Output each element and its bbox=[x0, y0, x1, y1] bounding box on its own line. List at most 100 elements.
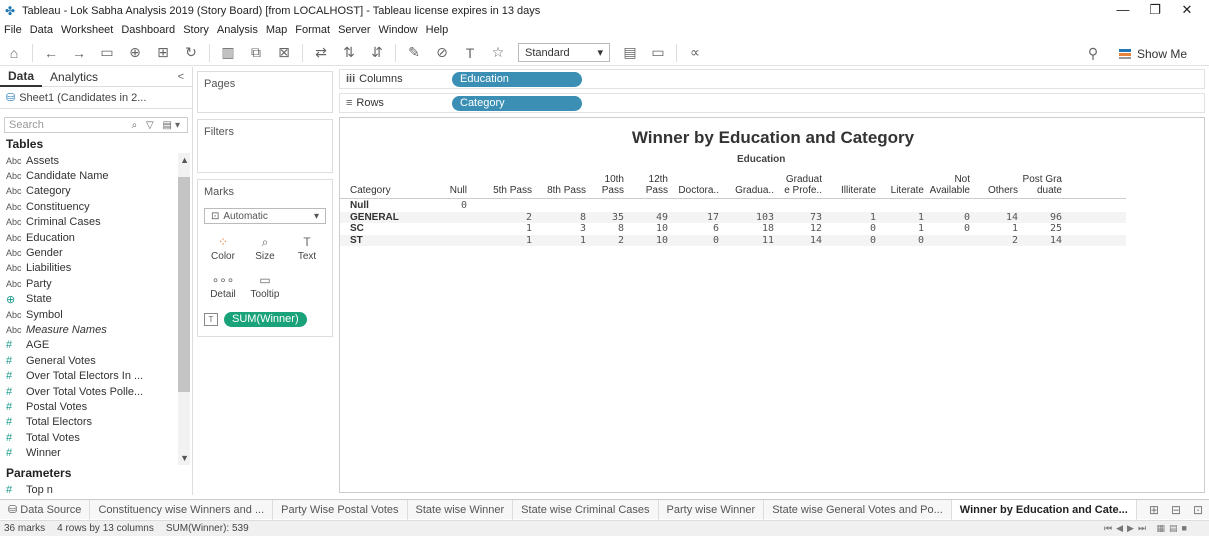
category-pill[interactable]: Category bbox=[452, 95, 582, 111]
column-header[interactable]: Graduat e Profe.. bbox=[762, 174, 822, 196]
table-cell[interactable]: 10 bbox=[656, 223, 668, 234]
row-label[interactable]: ST bbox=[350, 235, 363, 246]
clear-sheet-icon[interactable]: ⊠ bbox=[276, 44, 292, 61]
scroll-down-icon[interactable]: ▼ bbox=[180, 453, 189, 463]
table-cell[interactable]: 3 bbox=[580, 223, 586, 234]
table-cell[interactable]: 10 bbox=[656, 235, 668, 246]
table-cell[interactable]: 1 bbox=[526, 223, 532, 234]
new-worksheet-icon[interactable]: ⊞ bbox=[155, 44, 171, 61]
field-education[interactable]: Abc Education bbox=[0, 230, 192, 245]
table-cell[interactable]: 2 bbox=[1012, 235, 1018, 246]
show-me-chart-icon[interactable]: ▥ bbox=[220, 44, 236, 61]
parameter-top-n[interactable]: # Top n bbox=[0, 482, 192, 497]
table-cell[interactable]: 6 bbox=[713, 223, 719, 234]
new-dashboard-icon[interactable]: ⊟ bbox=[1165, 503, 1187, 517]
pin-axes-icon[interactable]: ☆ bbox=[490, 44, 506, 61]
table-cell[interactable]: 35 bbox=[612, 212, 624, 223]
table-cell[interactable]: 73 bbox=[810, 212, 822, 223]
size-button[interactable]: ⌕ Size bbox=[246, 232, 284, 266]
redo-icon[interactable]: → bbox=[71, 45, 87, 61]
share-icon[interactable]: ∝ bbox=[687, 44, 703, 61]
row-label[interactable]: GENERAL bbox=[350, 212, 399, 223]
tab-party-winner[interactable]: Party wise Winner bbox=[659, 499, 765, 520]
field-criminal-cases[interactable]: Abc Criminal Cases bbox=[0, 215, 192, 230]
table-cell[interactable]: 25 bbox=[1050, 223, 1062, 234]
menu-window[interactable]: Window bbox=[379, 24, 418, 36]
field-search-input[interactable]: Search ⌕ ▽ ▤▾ bbox=[4, 117, 188, 133]
field-over-total-votes-polled[interactable]: # Over Total Votes Polle... bbox=[0, 384, 192, 399]
table-cell[interactable]: 0 bbox=[870, 235, 876, 246]
table-cell[interactable]: 49 bbox=[656, 212, 668, 223]
fit-select[interactable]: Standard ▾ bbox=[518, 43, 610, 62]
group-icon[interactable]: ⊘ bbox=[434, 44, 450, 61]
tab-constituency-winners[interactable]: Constituency wise Winners and ... bbox=[90, 499, 274, 520]
table-cell[interactable]: 1 bbox=[870, 212, 876, 223]
table-cell[interactable]: 1 bbox=[580, 235, 586, 246]
menu-format[interactable]: Format bbox=[295, 24, 330, 36]
table-cell[interactable]: 0 bbox=[964, 212, 970, 223]
field-general-votes[interactable]: # General Votes bbox=[0, 353, 192, 368]
field-assets[interactable]: Abc Assets bbox=[0, 153, 192, 168]
table-cell[interactable]: 2 bbox=[618, 235, 624, 246]
column-header[interactable]: Null bbox=[407, 174, 467, 196]
table-cell[interactable]: 103 bbox=[756, 212, 774, 223]
table-cell[interactable]: 96 bbox=[1050, 212, 1062, 223]
field-postal-votes[interactable]: # Postal Votes bbox=[0, 399, 192, 414]
show-cards-icon[interactable]: ▤ bbox=[622, 44, 638, 61]
sort-descending-icon[interactable]: ⇵ bbox=[369, 44, 385, 61]
tooltip-toggle-icon[interactable]: ⚲ bbox=[1085, 45, 1101, 62]
sort-ascending-icon[interactable]: ⇅ bbox=[341, 44, 357, 61]
menu-worksheet[interactable]: Worksheet bbox=[61, 24, 113, 36]
field-candidate-name[interactable]: Abc Candidate Name bbox=[0, 168, 192, 183]
swap-rows-columns-icon[interactable]: ⇄ bbox=[313, 44, 329, 61]
detail-button[interactable]: ∘∘∘ Detail bbox=[204, 270, 242, 304]
table-cell[interactable]: 8 bbox=[618, 223, 624, 234]
presentation-mode-icon[interactable]: ▭ bbox=[650, 44, 666, 61]
tooltip-button[interactable]: ▭ Tooltip bbox=[246, 270, 284, 304]
minimize-button[interactable]: — bbox=[1107, 2, 1139, 18]
menu-file[interactable]: File bbox=[4, 24, 22, 36]
table-cell[interactable]: 17 bbox=[707, 212, 719, 223]
table-cell[interactable]: 2 bbox=[526, 212, 532, 223]
menu-analysis[interactable]: Analysis bbox=[217, 24, 258, 36]
mark-type-select[interactable]: ⊡ Automatic ▾ bbox=[204, 208, 326, 224]
filters-card[interactable]: Filters bbox=[197, 119, 333, 173]
field-symbol[interactable]: Abc Symbol bbox=[0, 307, 192, 322]
table-cell[interactable]: 1 bbox=[526, 235, 532, 246]
data-source-item[interactable]: ⛁ Sheet1 (Candidates in 2... bbox=[0, 87, 192, 109]
tab-winner-education-category[interactable]: Winner by Education and Cate... bbox=[951, 499, 1137, 520]
field-age[interactable]: # AGE bbox=[0, 338, 192, 353]
table-cell[interactable]: 1 bbox=[918, 212, 924, 223]
new-data-source-icon[interactable]: ⊕ bbox=[127, 44, 143, 61]
close-button[interactable]: ✕ bbox=[1171, 2, 1203, 18]
new-story-icon[interactable]: ⊡ bbox=[1187, 503, 1209, 517]
duplicate-sheet-icon[interactable]: ⧉ bbox=[248, 44, 264, 61]
table-cell[interactable]: 18 bbox=[762, 223, 774, 234]
field-category[interactable]: Abc Category bbox=[0, 184, 192, 199]
highlight-icon[interactable]: ✎ bbox=[406, 44, 422, 61]
sheet-navigation-icons[interactable]: ⏮◀▶⏭ ▦▤■ bbox=[1104, 523, 1191, 534]
tab-state-criminal-cases[interactable]: State wise Criminal Cases bbox=[513, 499, 659, 520]
search-icon[interactable]: ⌕ ▽ ▤▾ bbox=[132, 120, 183, 131]
column-header[interactable]: 5th Pass bbox=[472, 174, 532, 196]
field-party[interactable]: Abc Party bbox=[0, 276, 192, 291]
field-liabilities[interactable]: Abc Liabilities bbox=[0, 261, 192, 276]
table-cell[interactable]: 14 bbox=[810, 235, 822, 246]
undo-icon[interactable]: ← bbox=[43, 45, 59, 61]
sum-winner-pill[interactable]: SUM(Winner) bbox=[224, 312, 307, 327]
tab-data[interactable]: Data bbox=[0, 67, 43, 87]
menu-map[interactable]: Map bbox=[266, 24, 287, 36]
tab-analytics[interactable]: Analytics bbox=[42, 70, 106, 84]
menu-data[interactable]: Data bbox=[30, 24, 53, 36]
tab-state-winner[interactable]: State wise Winner bbox=[408, 499, 514, 520]
table-cell[interactable]: 8 bbox=[580, 212, 586, 223]
education-pill[interactable]: Education bbox=[452, 71, 582, 87]
tab-state-general-votes[interactable]: State wise General Votes and Po... bbox=[764, 499, 952, 520]
save-icon[interactable]: ▭ bbox=[99, 44, 115, 61]
table-cell[interactable]: 14 bbox=[1006, 212, 1018, 223]
scroll-up-icon[interactable]: ▲ bbox=[180, 155, 189, 165]
menu-dashboard[interactable]: Dashboard bbox=[121, 24, 175, 36]
field-constituency[interactable]: Abc Constituency bbox=[0, 199, 192, 214]
labels-icon[interactable]: T bbox=[462, 45, 478, 61]
columns-shelf[interactable]: iii Columns Education bbox=[339, 69, 1205, 89]
